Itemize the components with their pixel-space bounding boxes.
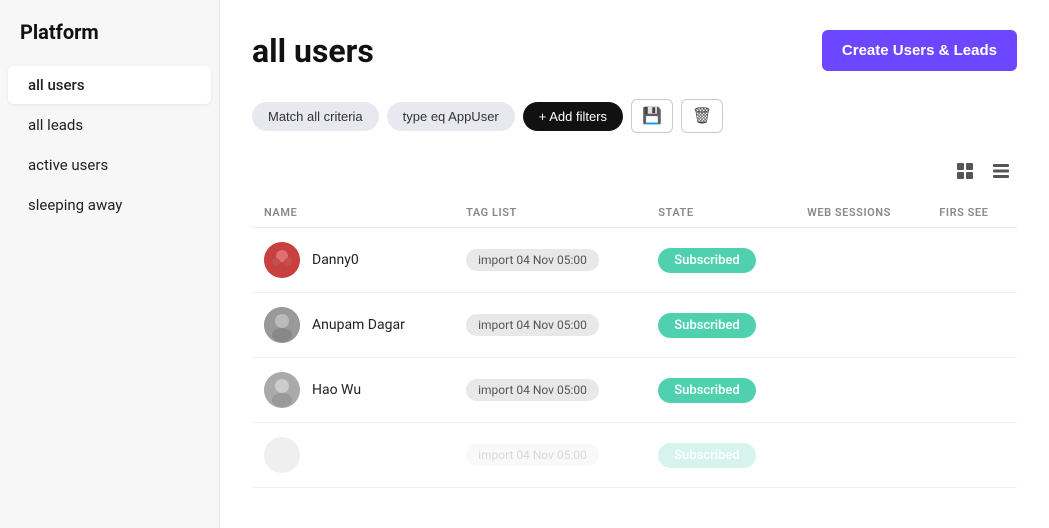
col-first-seen: FIRS SEE [927,198,1017,228]
state-badge: Subscribed [658,313,755,338]
users-table-wrapper: NAME TAG LIST STATE WEB SESSIONS FIRS SE… [252,198,1017,488]
state-badge: Subscribed [658,443,755,468]
user-name: Danny0 [312,252,359,268]
table-row[interactable]: Anupam Dagar import 04 Nov 05:00 Subscri… [252,293,1017,358]
col-state: STATE [646,198,795,228]
col-web-sessions: WEB SESSIONS [795,198,927,228]
create-users-leads-button[interactable]: Create Users & Leads [822,30,1017,71]
avatar [264,307,300,343]
cell-first-seen [927,293,1017,358]
cell-tag: import 04 Nov 05:00 [454,228,646,293]
match-all-criteria-chip[interactable]: Match all criteria [252,102,379,131]
user-name: Hao Wu [312,382,361,398]
cell-web-sessions [795,358,927,423]
cell-state: Subscribed [646,293,795,358]
cell-tag: import 04 Nov 05:00 [454,423,646,488]
add-filters-button[interactable]: + Add filters [523,102,623,131]
cell-web-sessions [795,228,927,293]
user-name: Anupam Dagar [312,317,405,333]
cell-first-seen [927,423,1017,488]
cell-name: Danny0 [252,228,454,293]
list-view-icon [991,165,1011,185]
cell-web-sessions [795,293,927,358]
cell-state: Subscribed [646,423,795,488]
cell-name: Hao Wu [252,358,454,423]
view-toggle [252,157,1017,190]
sidebar-item-active-users[interactable]: active users [8,146,211,184]
sidebar-item-all-users[interactable]: all users [8,66,211,104]
cell-state: Subscribed [646,228,795,293]
main-content: all users Create Users & Leads Match all… [220,0,1049,528]
delete-icon: 🗑 [692,106,712,126]
avatar [264,372,300,408]
cell-name [252,423,454,488]
cell-web-sessions [795,423,927,488]
cell-first-seen [927,228,1017,293]
type-filter-chip[interactable]: type eq AppUser [387,102,515,131]
table-row[interactable]: import 04 Nov 05:00 Subscribed [252,423,1017,488]
grid-view-button[interactable] [949,157,981,190]
sidebar-item-sleeping-away[interactable]: sleeping away [8,186,211,224]
table-row[interactable]: Hao Wu import 04 Nov 05:00 Subscribed [252,358,1017,423]
page-title: all users [252,32,374,70]
tag-chip: import 04 Nov 05:00 [466,314,599,336]
filter-row: Match all criteria type eq AppUser + Add… [252,99,1017,133]
cell-tag: import 04 Nov 05:00 [454,293,646,358]
state-badge: Subscribed [658,378,755,403]
table-header: NAME TAG LIST STATE WEB SESSIONS FIRS SE… [252,198,1017,228]
users-table: NAME TAG LIST STATE WEB SESSIONS FIRS SE… [252,198,1017,488]
tag-chip: import 04 Nov 05:00 [466,444,599,466]
tag-chip: import 04 Nov 05:00 [466,249,599,271]
sidebar-title: Platform [0,20,219,64]
grid-view-icon [955,165,975,185]
table-body: Danny0 import 04 Nov 05:00 Subscribed [252,228,1017,488]
cell-first-seen [927,358,1017,423]
col-name: NAME [252,198,454,228]
state-badge: Subscribed [658,248,755,273]
avatar [264,242,300,278]
sidebar-item-all-leads[interactable]: all leads [8,106,211,144]
header-row: all users Create Users & Leads [252,30,1017,71]
save-filter-button[interactable]: 💾 [631,99,673,133]
avatar [264,437,300,473]
cell-state: Subscribed [646,358,795,423]
cell-name: Anupam Dagar [252,293,454,358]
sidebar: Platform all users all leads active user… [0,0,220,528]
tag-chip: import 04 Nov 05:00 [466,379,599,401]
save-icon: 💾 [642,106,662,126]
delete-filter-button[interactable]: 🗑 [681,99,723,133]
cell-tag: import 04 Nov 05:00 [454,358,646,423]
table-row[interactable]: Danny0 import 04 Nov 05:00 Subscribed [252,228,1017,293]
list-view-button[interactable] [985,157,1017,190]
col-tag-list: TAG LIST [454,198,646,228]
